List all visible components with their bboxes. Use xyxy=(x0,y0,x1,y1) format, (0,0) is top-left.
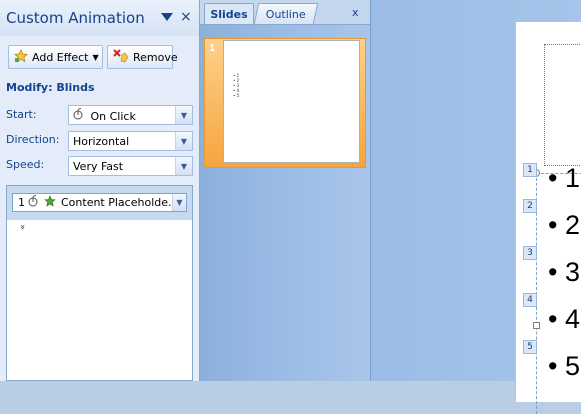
pane-header: Custom Animation × xyxy=(0,0,199,36)
mouse-click-icon xyxy=(73,107,87,123)
slide-number: 1 xyxy=(209,44,216,54)
slides-outline-pane: Slides Outline x 1 • 1 • 2 • 3 • 4 • 5 xyxy=(200,0,371,381)
tab-outline-label: Outline xyxy=(265,7,306,21)
speed-select[interactable]: Very Fast ▼ xyxy=(68,156,193,176)
direction-value: Horizontal xyxy=(73,134,130,148)
slide-bullet: • 2 xyxy=(548,210,580,240)
pane-menu-dropdown-icon[interactable] xyxy=(161,13,173,21)
direction-label: Direction: xyxy=(6,133,60,146)
speed-label: Speed: xyxy=(6,158,45,171)
chevron-down-icon[interactable]: ▼ xyxy=(175,106,192,124)
pane-tab-strip: Slides Outline x xyxy=(200,0,370,25)
animation-list: 1 Content Placeholde... ▼ » xyxy=(6,185,193,381)
chevron-down-icon[interactable]: ▼ xyxy=(175,132,192,150)
custom-animation-pane: Custom Animation × Add Effect ▼ Remove M… xyxy=(0,0,200,381)
speed-value: Very Fast xyxy=(73,159,124,173)
tab-slides[interactable]: Slides xyxy=(204,3,254,24)
animation-tag[interactable]: 2 xyxy=(523,199,537,213)
slide-bullet: • 5 xyxy=(548,351,580,381)
start-value-text: On Click xyxy=(90,109,136,123)
pane-close-button[interactable]: × xyxy=(180,9,192,25)
direction-select[interactable]: Horizontal ▼ xyxy=(68,131,193,151)
resize-handle[interactable] xyxy=(533,322,540,329)
slide-bullet: • 4 xyxy=(548,304,580,334)
slide-bullet: • 3 xyxy=(548,257,580,287)
start-value: On Click xyxy=(69,107,175,123)
animation-tag[interactable]: 3 xyxy=(523,246,537,260)
close-pane-button[interactable]: x xyxy=(352,6,359,19)
add-effect-label: Add Effect xyxy=(32,50,89,64)
slide-editor: 1 • 1 2 • 2 3 • 3 4 • 4 5 • 5 xyxy=(371,0,581,414)
slide-bullet: • 1 xyxy=(548,163,580,193)
animation-item-dropdown[interactable]: 1 Content Placeholde... ▼ xyxy=(12,193,187,212)
expand-contents-icon[interactable]: » xyxy=(17,224,27,230)
entrance-effect-icon xyxy=(44,195,56,210)
remove-effect-icon xyxy=(113,48,129,66)
animation-list-item[interactable]: 1 Content Placeholde... ▼ xyxy=(7,186,192,220)
tab-outline[interactable]: Outline xyxy=(253,3,319,24)
effect-order: 1 xyxy=(18,196,25,209)
chevron-down-icon: ▼ xyxy=(92,52,99,62)
remove-button[interactable]: Remove xyxy=(107,45,178,69)
pane-title: Custom Animation xyxy=(6,9,145,27)
modify-heading: Modify: Blinds xyxy=(6,81,95,94)
thumb-bullet: • 5 xyxy=(233,93,240,98)
thumbnail-bullets: • 1 • 2 • 3 • 4 • 5 xyxy=(233,73,239,98)
chevron-down-icon[interactable]: ▼ xyxy=(171,194,186,211)
slide-thumbnail[interactable]: • 1 • 2 • 3 • 4 • 5 xyxy=(223,40,360,163)
title-placeholder[interactable] xyxy=(544,44,581,166)
animation-tag[interactable]: 4 xyxy=(523,293,537,307)
animation-tag[interactable]: 1 xyxy=(523,163,537,177)
mouse-click-icon xyxy=(28,195,38,210)
add-effect-button[interactable]: Add Effect ▼ xyxy=(8,45,103,69)
remove-label: Remove xyxy=(133,50,178,64)
effect-name: Content Placeholde... xyxy=(61,196,172,209)
animation-tag[interactable]: 5 xyxy=(523,340,537,354)
star-effect-icon xyxy=(14,48,28,66)
start-label: Start: xyxy=(6,108,37,121)
chevron-down-icon[interactable]: ▼ xyxy=(175,157,192,175)
start-select[interactable]: On Click ▼ xyxy=(68,105,193,125)
